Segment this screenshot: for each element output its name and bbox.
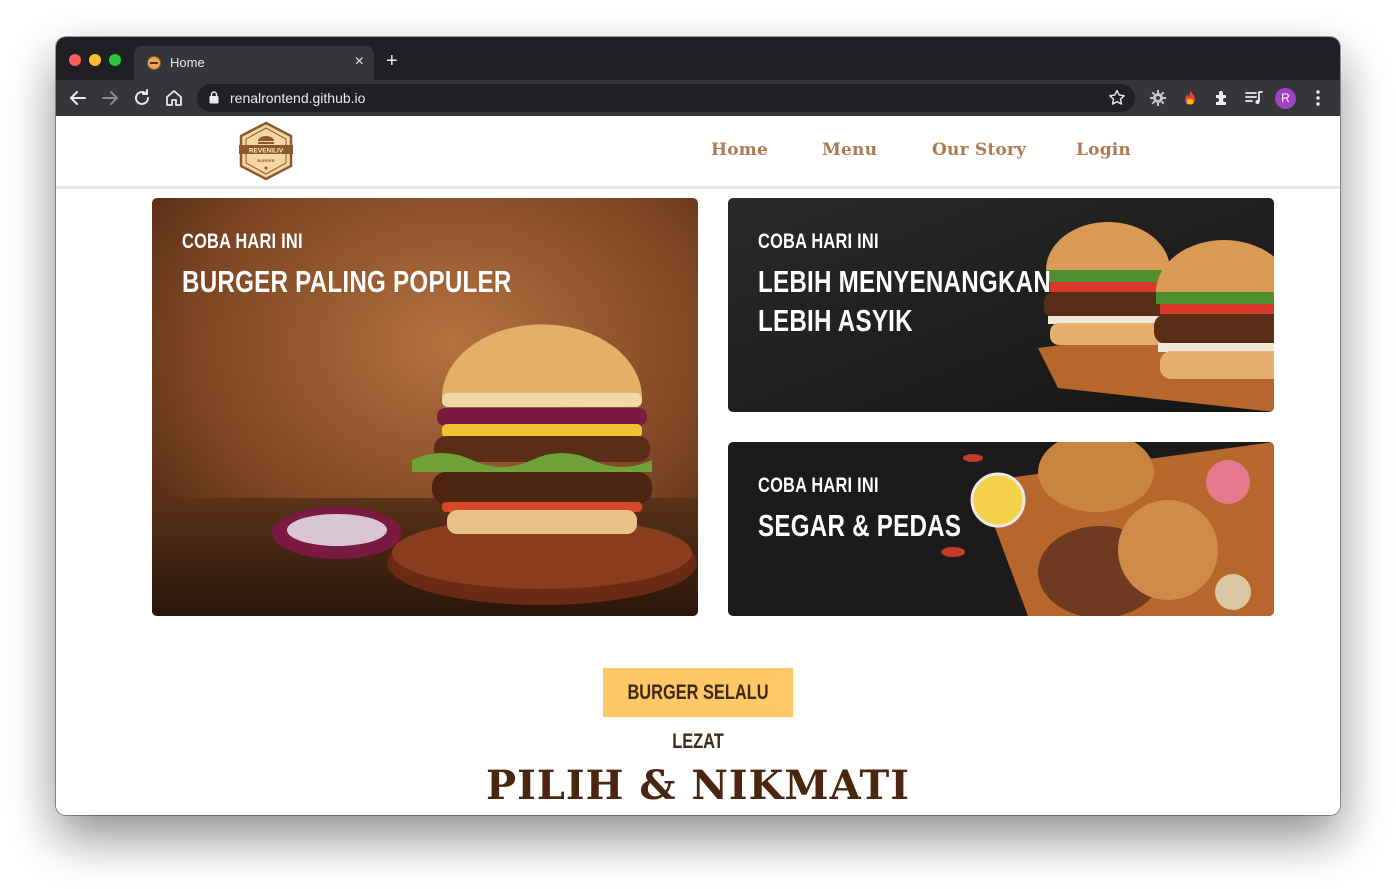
tab-close-icon[interactable]: × bbox=[355, 52, 364, 72]
card-kicker: COBA HARI INI bbox=[758, 474, 879, 497]
bookmark-star-icon[interactable] bbox=[1107, 88, 1127, 108]
card-title-line-1: LEBIH MENYENANGKAN bbox=[758, 264, 1052, 299]
promo-card-spicy[interactable]: COBA HARI INI SEGAR & PEDAS bbox=[728, 442, 1274, 616]
burger-favicon-icon bbox=[147, 56, 161, 70]
minimize-window-button[interactable] bbox=[89, 54, 101, 66]
kebab-menu-icon[interactable] bbox=[1307, 87, 1329, 109]
promo-card-fun[interactable]: COBA HARI INI LEBIH MENYENANGKAN LEBIH A… bbox=[728, 198, 1274, 412]
reading-list-icon[interactable] bbox=[1243, 87, 1265, 109]
card-title: BURGER PALING POPULER bbox=[182, 264, 512, 299]
reload-icon[interactable] bbox=[131, 87, 153, 109]
nav-login-link[interactable]: Login bbox=[1076, 140, 1131, 160]
cta-label: BURGER SELALU LEZAT bbox=[627, 681, 769, 753]
site-navbar: REVENILIV BURGER Home Menu Our Story Log… bbox=[56, 116, 1340, 189]
logo-sub-text: BURGER bbox=[257, 158, 274, 163]
promo-card-popular[interactable]: COBA HARI INI BURGER PALING POPULER bbox=[152, 198, 698, 616]
browser-toolbar: renalrontend.github.io R bbox=[56, 80, 1340, 116]
extension-gear-icon[interactable] bbox=[1147, 87, 1169, 109]
extension-fire-icon[interactable] bbox=[1179, 87, 1201, 109]
close-window-button[interactable] bbox=[69, 54, 81, 66]
lock-icon bbox=[209, 91, 219, 104]
home-icon[interactable] bbox=[163, 87, 185, 109]
browser-window: Home × + renalrontend.github.io R REVENI… bbox=[56, 37, 1340, 815]
nav-home-link[interactable]: Home bbox=[711, 140, 768, 160]
card-kicker: COBA HARI INI bbox=[182, 230, 303, 253]
page-viewport: REVENILIV BURGER Home Menu Our Story Log… bbox=[56, 116, 1340, 815]
url-text: renalrontend.github.io bbox=[230, 90, 366, 106]
address-bar[interactable]: renalrontend.github.io bbox=[197, 84, 1135, 112]
maximize-window-button[interactable] bbox=[109, 54, 121, 66]
title-bar: Home × + bbox=[56, 37, 1340, 80]
browser-tab[interactable]: Home × bbox=[134, 46, 374, 80]
profile-avatar[interactable]: R bbox=[1275, 88, 1296, 109]
back-arrow-icon[interactable] bbox=[67, 87, 89, 109]
site-logo[interactable]: REVENILIV BURGER bbox=[236, 121, 296, 181]
new-tab-button[interactable]: + bbox=[386, 51, 398, 71]
section-heading: PILIH & NIKMATI bbox=[485, 762, 911, 809]
burger-selalu-lezat-button[interactable]: BURGER SELALU LEZAT bbox=[603, 668, 793, 753]
logo-brand-text: REVENILIV bbox=[249, 148, 284, 155]
nav-our-story-link[interactable]: Our Story bbox=[932, 140, 1026, 160]
nav-menu-link[interactable]: Menu bbox=[822, 140, 877, 160]
extensions-puzzle-icon[interactable] bbox=[1211, 87, 1233, 109]
card-title-line-2: LEBIH ASYIK bbox=[758, 303, 913, 338]
tab-title: Home bbox=[170, 55, 205, 70]
forward-arrow-icon[interactable] bbox=[99, 87, 121, 109]
card-kicker: COBA HARI INI bbox=[758, 230, 879, 253]
card-title: SEGAR & PEDAS bbox=[758, 508, 962, 543]
burger-photo bbox=[152, 198, 698, 616]
